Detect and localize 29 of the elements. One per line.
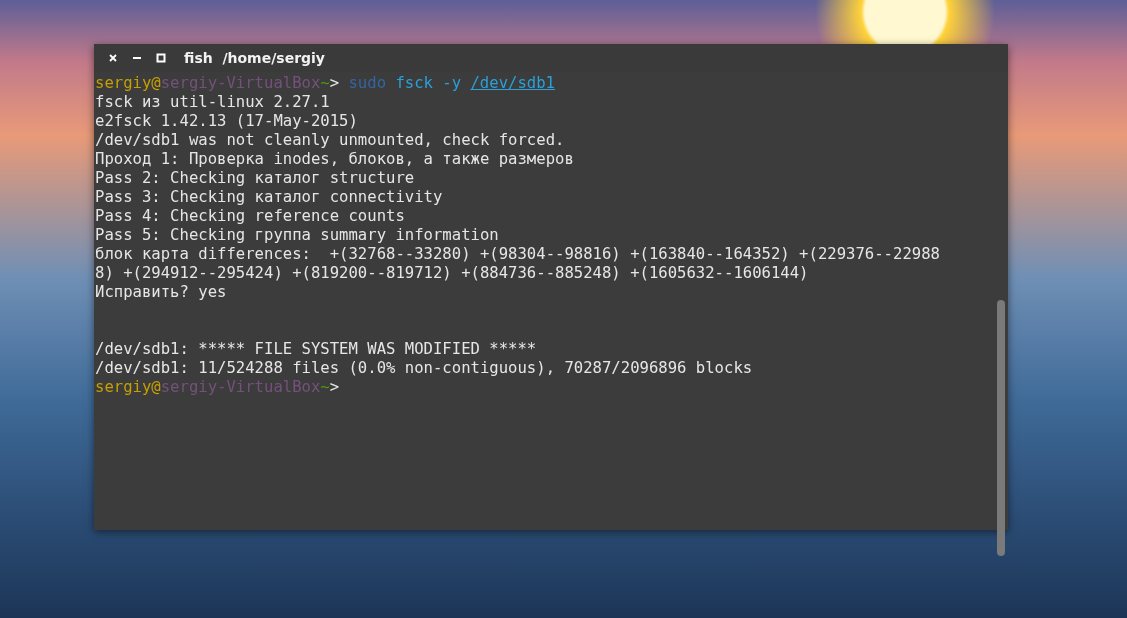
close-icon[interactable] — [108, 53, 118, 63]
output-line: 8) +(294912--295424) +(819200--819712) +(884736--885248) +(1605632--1606144) — [95, 264, 809, 282]
prompt-symbol: > — [329, 378, 340, 396]
output-line: Pass 3: Checking каталог connectivity — [95, 188, 443, 206]
output-line: Исправить? yes — [95, 283, 227, 301]
output-line: /dev/sdb1: ***** FILE SYSTEM WAS MODIFIED ***** — [95, 340, 537, 358]
prompt-directory: ~ — [320, 74, 330, 92]
output-line: fsck из util-linux 2.27.1 — [95, 93, 330, 111]
output-line: Проход 1: Проверка inodes, блоков, а также размеров — [95, 150, 574, 168]
output-line: Pass 5: Checking группа summary information — [95, 226, 499, 244]
path-link[interactable]: /dev/sdb1 — [470, 74, 555, 92]
scrollbar-thumb[interactable] — [997, 300, 1005, 556]
maximize-icon[interactable] — [156, 53, 166, 63]
output-line: Pass 4: Checking reference counts — [95, 207, 405, 225]
output-line: /dev/sdb1 was not cleanly unmounted, check forced. — [95, 131, 565, 149]
output-line: e2fsck 1.42.13 (17-May-2015) — [95, 112, 358, 130]
output-line: /dev/sdb1: 11/524288 files (0.0% non-contiguous), 70287/2096896 blocks — [95, 359, 753, 377]
window-title: fish /home/sergiy — [184, 50, 325, 66]
command-text: fsck -y — [395, 74, 462, 92]
prompt-user: sergiy@ — [95, 74, 161, 92]
command-text: sudo — [348, 74, 387, 92]
prompt-host: sergiy-VirtualBox — [160, 378, 321, 396]
prompt-directory: ~ — [320, 378, 330, 396]
prompt-host: sergiy-VirtualBox — [160, 74, 321, 92]
minimize-icon[interactable] — [132, 56, 142, 60]
prompt-symbol: > — [329, 74, 340, 92]
output-line: Pass 2: Checking каталог structure — [95, 169, 415, 187]
output-line: блок карта differences: +(32768--33280) +(98304--98816) +(163840--164352) +(229376--22988 — [95, 245, 940, 263]
prompt-user: sergiy@ — [95, 378, 161, 396]
